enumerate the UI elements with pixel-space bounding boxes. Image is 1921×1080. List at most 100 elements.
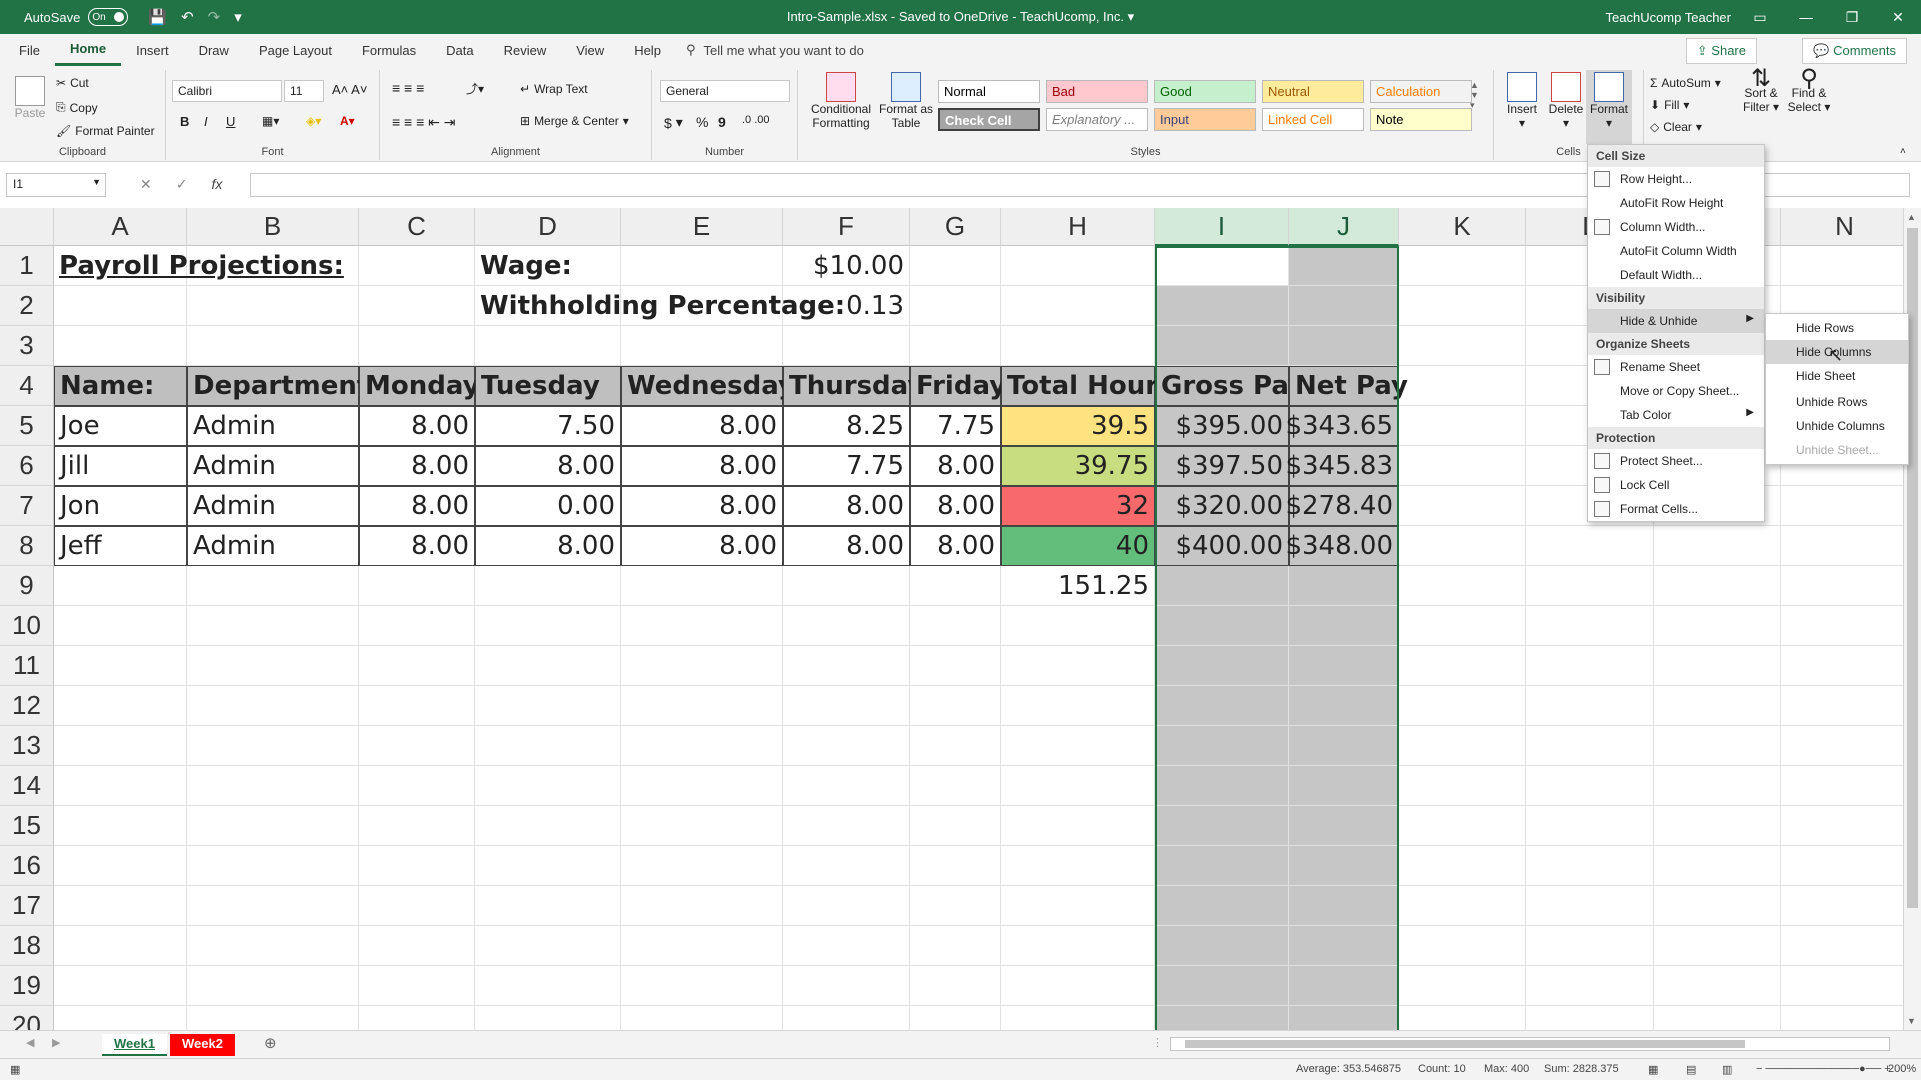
row-header-7[interactable]: 7 [0,486,54,526]
cell-h2[interactable] [1001,286,1155,326]
cell-i10[interactable] [1155,606,1289,646]
cell-k16[interactable] [1399,846,1526,886]
cell-d19[interactable] [475,966,621,1006]
row-header-3[interactable]: 3 [0,326,54,366]
cell-l12[interactable] [1526,686,1654,726]
cell-c18[interactable] [359,926,475,966]
format-cells-button[interactable]: Format ▾ [1586,70,1632,144]
cell-a16[interactable] [54,846,187,886]
cell-g3[interactable] [910,326,1001,366]
cell-m17[interactable] [1654,886,1781,926]
page-break-view-icon[interactable]: ▥ [1722,1063,1732,1076]
cell-m19[interactable] [1654,966,1781,1006]
cell-m8[interactable] [1654,526,1781,566]
cell-k19[interactable] [1399,966,1526,1006]
cell-b16[interactable] [187,846,359,886]
cell-i17[interactable] [1155,886,1289,926]
cell-f13[interactable] [783,726,910,766]
fill-button[interactable]: ⬇ Fill ▾ [1650,98,1689,112]
column-header-e[interactable]: E [621,208,783,246]
cell-b7[interactable]: Admin [187,486,359,526]
cell-m12[interactable] [1654,686,1781,726]
cell-g11[interactable] [910,646,1001,686]
page-layout-view-icon[interactable]: ▤ [1686,1063,1696,1076]
cell-c19[interactable] [359,966,475,1006]
font-name-dropdown[interactable]: Calibri [172,80,282,102]
cell-m14[interactable] [1654,766,1781,806]
cell-k11[interactable] [1399,646,1526,686]
cell-h18[interactable] [1001,926,1155,966]
cell-a3[interactable] [54,326,187,366]
cell-a14[interactable] [54,766,187,806]
cell-a7[interactable]: Jon [54,486,187,526]
cell-n20[interactable] [1781,1006,1909,1030]
format-painter-button[interactable]: 🖌 Format Painter [56,124,155,138]
cell-n7[interactable] [1781,486,1909,526]
cell-g16[interactable] [910,846,1001,886]
cell-b11[interactable] [187,646,359,686]
italic-button[interactable]: I [204,114,208,129]
cell-a11[interactable] [54,646,187,686]
cell-d10[interactable] [475,606,621,646]
column-header-j[interactable]: J [1289,208,1399,246]
cell-a15[interactable] [54,806,187,846]
cell-j19[interactable] [1289,966,1399,1006]
horizontal-align-icons[interactable]: ≡ ≡ ≡ ⇤ ⇥ [392,114,456,131]
cell-f19[interactable] [783,966,910,1006]
cell-i7[interactable]: $320.00 [1155,486,1289,526]
column-header-d[interactable]: D [475,208,621,246]
cell-n18[interactable] [1781,926,1909,966]
scroll-tabs-left-icon[interactable]: ◀ [26,1036,34,1049]
cell-j20[interactable] [1289,1006,1399,1030]
cell-l15[interactable] [1526,806,1654,846]
format-cells-item[interactable]: Format Cells... [1588,497,1764,521]
cell-e1[interactable] [621,246,783,286]
cell-f11[interactable] [783,646,910,686]
clear-button[interactable]: ◇ Clear ▾ [1650,120,1702,134]
cell-i3[interactable] [1155,326,1289,366]
redo-icon[interactable]: ↷ [208,8,221,26]
cell-i19[interactable] [1155,966,1289,1006]
cell-f1[interactable]: $10.00 [783,246,910,286]
cell-h14[interactable] [1001,766,1155,806]
cell-g4[interactable]: Friday [910,366,1006,406]
cell-a5[interactable]: Joe [54,406,187,446]
delete-cells-button[interactable]: Delete ▾ [1544,72,1588,130]
row-header-2[interactable]: 2 [0,286,54,326]
cell-f17[interactable] [783,886,910,926]
cell-i18[interactable] [1155,926,1289,966]
cell-a18[interactable] [54,926,187,966]
cell-j18[interactable] [1289,926,1399,966]
row-header-17[interactable]: 17 [0,886,54,926]
cell-k4[interactable] [1399,366,1526,406]
cell-e5[interactable]: 8.00 [621,406,783,446]
cell-n9[interactable] [1781,566,1909,606]
cell-m18[interactable] [1654,926,1781,966]
cell-j8[interactable]: $348.00 [1285,526,1399,566]
cell-b8[interactable]: Admin [187,526,359,566]
collapse-ribbon-icon[interactable]: ˄ [1900,146,1906,157]
cell-style-good[interactable]: Good [1154,80,1256,103]
cell-e17[interactable] [621,886,783,926]
undo-icon[interactable]: ↶ [181,8,194,26]
row-header-5[interactable]: 5 [0,406,54,446]
cell-n16[interactable] [1781,846,1909,886]
cell-h15[interactable] [1001,806,1155,846]
hide-rows-item[interactable]: Hide Rows [1766,316,1908,340]
tab-draw[interactable]: Draw [184,34,244,66]
save-icon[interactable]: 💾 [148,8,167,26]
tab-review[interactable]: Review [489,34,562,66]
cell-h9[interactable]: 151.25 [1001,566,1155,606]
cell-i2[interactable] [1155,286,1289,326]
cell-i12[interactable] [1155,686,1289,726]
tab-view[interactable]: View [561,34,619,66]
cell-l20[interactable] [1526,1006,1654,1030]
cell-h10[interactable] [1001,606,1155,646]
cell-b12[interactable] [187,686,359,726]
cell-b19[interactable] [187,966,359,1006]
cell-b18[interactable] [187,926,359,966]
lock-cell-item[interactable]: Lock Cell [1588,473,1764,497]
zoom-slider[interactable]: − ────────────●── + [1756,1063,1891,1075]
cell-j12[interactable] [1289,686,1399,726]
cell-c4[interactable]: Monday [359,366,480,406]
